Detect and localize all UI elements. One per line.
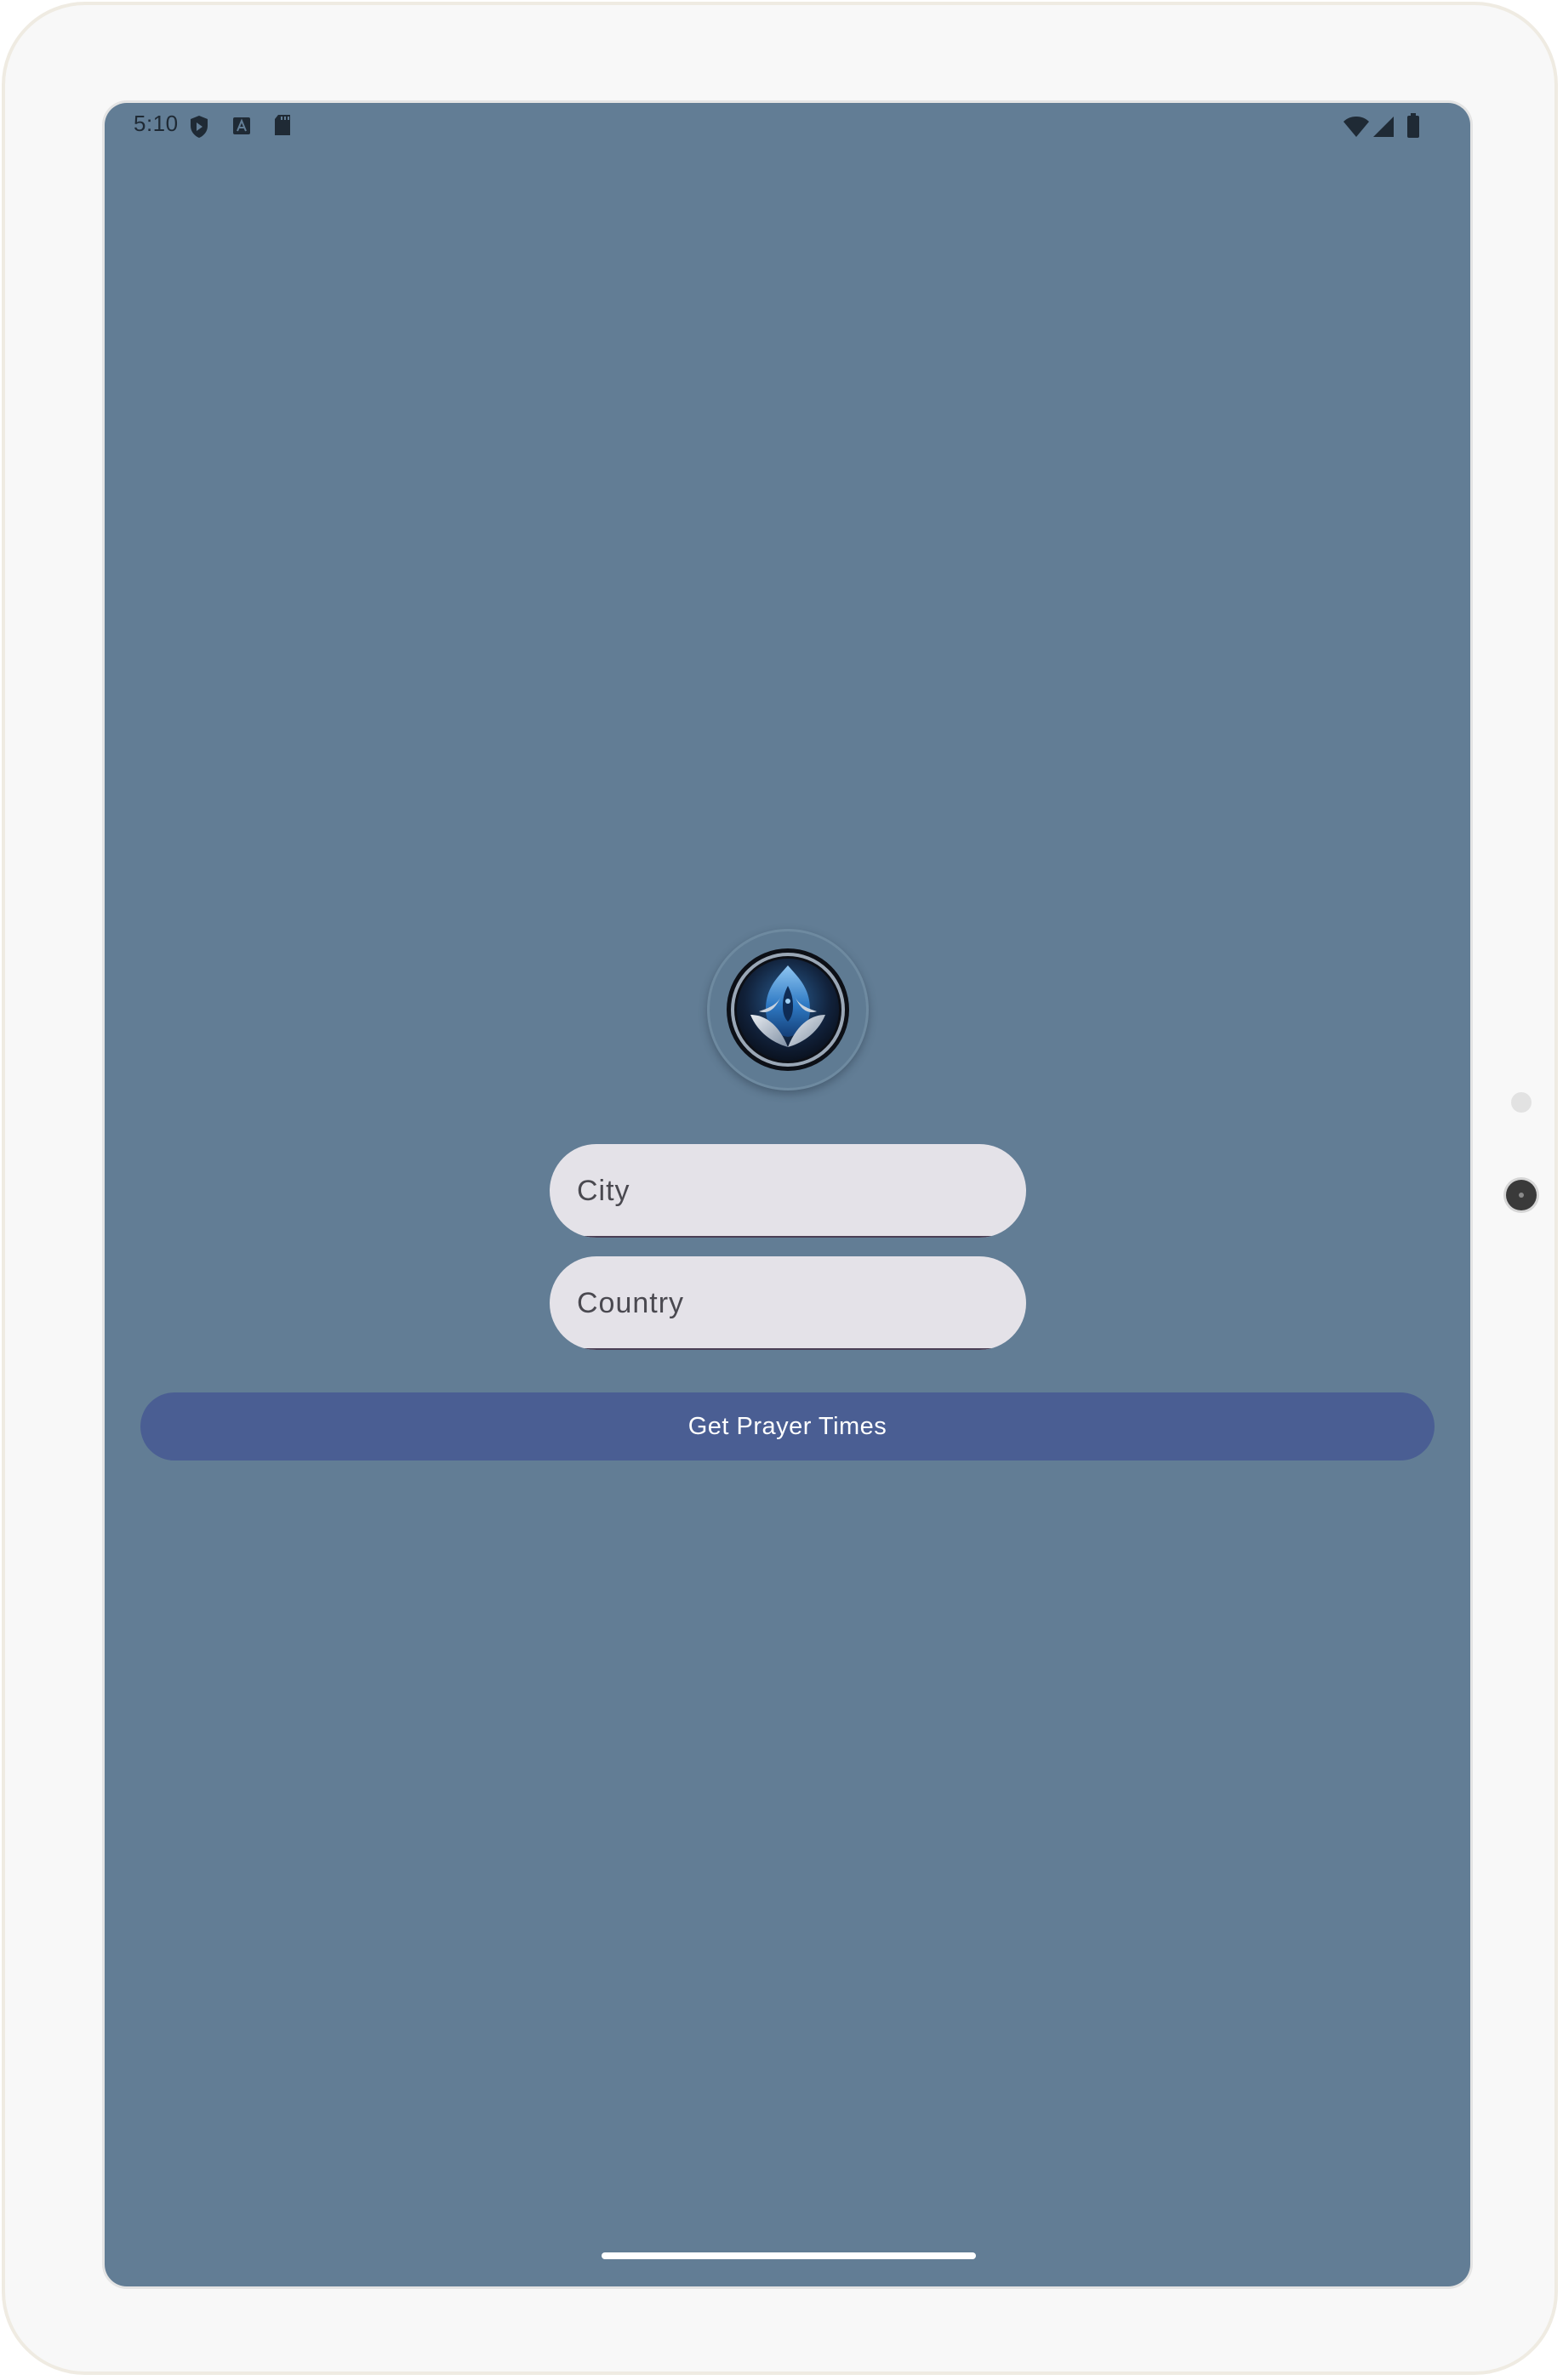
get-prayer-times-button[interactable]: Get Prayer Times <box>140 1392 1435 1460</box>
play-protect-icon <box>191 116 208 138</box>
country-field[interactable] <box>550 1256 1026 1350</box>
tablet-frame: 5:10 City Country Get Prayer Times <box>2 2 1558 2375</box>
city-field[interactable] <box>550 1144 1026 1238</box>
home-indicator[interactable] <box>602 2252 976 2259</box>
status-time: 5:10 <box>134 111 179 136</box>
camera-lens <box>1506 1180 1537 1210</box>
country-input[interactable] <box>550 1256 1026 1350</box>
status-bar: 5:10 <box>105 103 1470 149</box>
wifi-icon <box>1343 117 1369 137</box>
sd-card-icon <box>275 115 290 135</box>
app-logo <box>707 929 869 1090</box>
city-input[interactable] <box>550 1144 1026 1238</box>
sensor-dot <box>1511 1092 1532 1113</box>
mosque-dome-logo-icon <box>727 948 849 1071</box>
cellular-signal-icon <box>1373 117 1394 137</box>
font-a-icon <box>233 117 250 134</box>
app-screen: 5:10 City Country Get Prayer Times <box>105 103 1470 2286</box>
battery-icon <box>1407 113 1419 138</box>
